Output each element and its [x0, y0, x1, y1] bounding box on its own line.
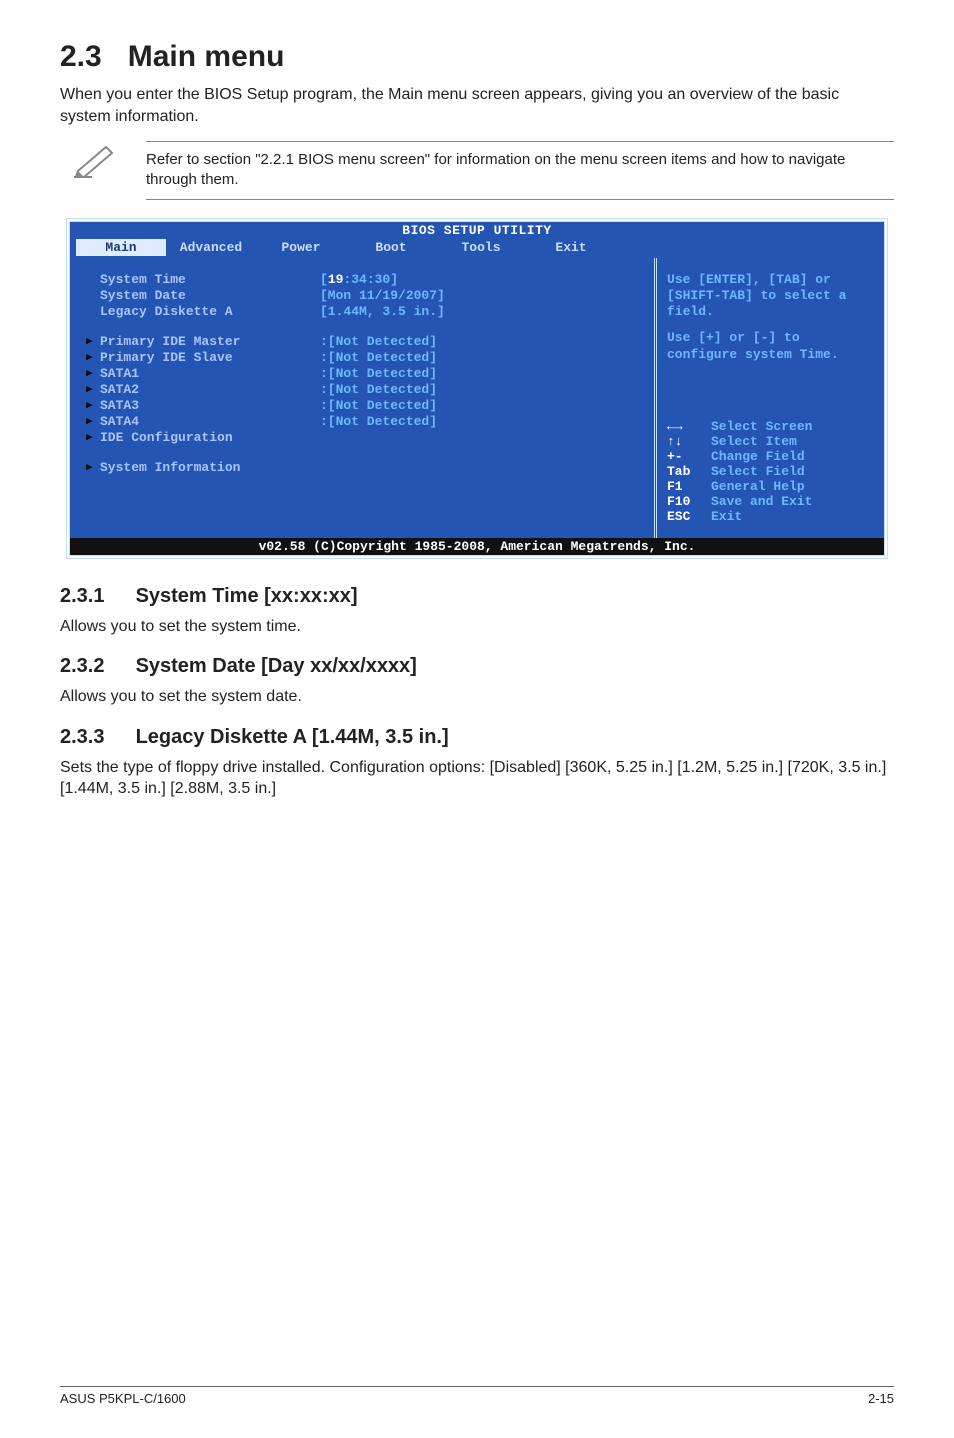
- submenu-arrow-icon: ▶: [86, 430, 100, 444]
- key-glyph: F10: [667, 494, 703, 509]
- bios-field-value: :[Not Detected]: [320, 334, 437, 349]
- bios-help-pane: Use [ENTER], [TAB] or [SHIFT-TAB] to sel…: [654, 258, 884, 538]
- pencil-note-icon: [72, 141, 120, 184]
- bios-tab-tools[interactable]: Tools: [436, 239, 526, 256]
- footer-product: ASUS P5KPL-C/1600: [60, 1391, 186, 1406]
- bios-field-value: :[Not Detected]: [320, 414, 437, 429]
- bios-field-label: SATA1: [100, 366, 320, 381]
- submenu-arrow-icon: ▶: [86, 334, 100, 348]
- bios-field-label: SATA2: [100, 382, 320, 397]
- page-title: 2.3 Main menu: [60, 40, 894, 74]
- key-glyph: F1: [667, 479, 703, 494]
- bios-tab-bar: Main Advanced Power Boot Tools Exit: [70, 239, 884, 258]
- key-glyph: ←→: [667, 419, 703, 434]
- bios-field-label: Primary IDE Master: [100, 334, 320, 349]
- subsection-number: 2.3.2: [60, 655, 130, 678]
- bios-title: BIOS SETUP UTILITY: [70, 222, 884, 239]
- bios-row-sata4[interactable]: ▶ SATA4 :[Not Detected]: [86, 414, 644, 429]
- subsection-title: System Date [Day xx/xx/xxxx]: [136, 655, 417, 677]
- bios-field-value: [1.44M, 3.5 in.]: [320, 304, 445, 319]
- bios-key-legend: ←→ Select Screen ↑↓ Select Item +- Change F…: [667, 419, 874, 524]
- bios-value-rest: :34:30]: [343, 272, 398, 287]
- bios-row-sata2[interactable]: ▶ SATA2 :[Not Detected]: [86, 382, 644, 397]
- subsection-heading: 2.3.3 Legacy Diskette A [1.44M, 3.5 in.]: [60, 726, 894, 749]
- bios-field-value: :[Not Detected]: [320, 382, 437, 397]
- key-desc: General Help: [711, 479, 805, 494]
- bios-screen: BIOS SETUP UTILITY Main Advanced Power B…: [66, 218, 888, 559]
- key-desc: Select Field: [711, 464, 805, 479]
- bios-field-label: IDE Configuration: [100, 430, 320, 445]
- key-glyph: ESC: [667, 509, 703, 524]
- bios-tab-advanced[interactable]: Advanced: [166, 239, 256, 256]
- bios-help-text-1: Use [ENTER], [TAB] or [SHIFT-TAB] to sel…: [667, 272, 874, 321]
- submenu-arrow-icon: ▶: [86, 350, 100, 364]
- bios-help-text-2: Use [+] or [-] to configure system Time.: [667, 330, 874, 363]
- subsection-heading: 2.3.2 System Date [Day xx/xx/xxxx]: [60, 655, 894, 678]
- key-glyph: ↑↓: [667, 434, 703, 449]
- bios-row-legacy-diskette[interactable]: Legacy Diskette A [1.44M, 3.5 in.]: [86, 304, 644, 319]
- section-title-text: Main menu: [128, 40, 285, 73]
- bios-row-system-info[interactable]: ▶ System Information: [86, 460, 644, 475]
- bios-field-label: System Information: [100, 460, 320, 475]
- footer-page-number: 2-15: [868, 1391, 894, 1406]
- bios-copyright: v02.58 (C)Copyright 1985-2008, American …: [70, 538, 884, 555]
- bios-field-label: SATA4: [100, 414, 320, 429]
- bios-row-sata1[interactable]: ▶ SATA1 :[Not Detected]: [86, 366, 644, 381]
- intro-paragraph: When you enter the BIOS Setup program, t…: [60, 84, 894, 127]
- section-number: 2.3: [60, 40, 102, 73]
- bios-row-primary-ide-master[interactable]: ▶ Primary IDE Master :[Not Detected]: [86, 334, 644, 349]
- page-footer: ASUS P5KPL-C/1600 2-15: [60, 1386, 894, 1406]
- bios-field-value: [Mon 11/19/2007]: [320, 288, 445, 303]
- bios-value-hour: 19: [328, 272, 344, 287]
- key-desc: Save and Exit: [711, 494, 812, 509]
- bios-field-label: System Date: [100, 288, 320, 303]
- submenu-arrow-icon: ▶: [86, 460, 100, 474]
- bios-tab-boot[interactable]: Boot: [346, 239, 436, 256]
- subsection-body: Allows you to set the system date.: [60, 686, 894, 708]
- subsection-number: 2.3.3: [60, 726, 130, 749]
- key-desc: Select Screen: [711, 419, 812, 434]
- note-text: Refer to section "2.2.1 BIOS menu screen…: [146, 141, 894, 200]
- key-desc: Change Field: [711, 449, 805, 464]
- bios-field-label: Primary IDE Slave: [100, 350, 320, 365]
- bios-tab-main[interactable]: Main: [76, 239, 166, 256]
- bios-field-label: System Time: [100, 272, 320, 287]
- bios-tab-exit[interactable]: Exit: [526, 239, 616, 256]
- subsection-body: Allows you to set the system time.: [60, 616, 894, 638]
- subsection-title: Legacy Diskette A [1.44M, 3.5 in.]: [136, 726, 449, 748]
- key-glyph: Tab: [667, 464, 703, 479]
- bios-row-sata3[interactable]: ▶ SATA3 :[Not Detected]: [86, 398, 644, 413]
- bios-field-value: :[Not Detected]: [320, 398, 437, 413]
- note-block: Refer to section "2.2.1 BIOS menu screen…: [72, 141, 894, 200]
- bios-field-value: :[Not Detected]: [320, 350, 437, 365]
- key-desc: Exit: [711, 509, 742, 524]
- bios-row-ide-config[interactable]: ▶ IDE Configuration: [86, 430, 644, 445]
- bios-left-pane: System Time [19:34:30] System Date [Mon …: [70, 258, 654, 538]
- bios-row-system-date[interactable]: System Date [Mon 11/19/2007]: [86, 288, 644, 303]
- bios-field-label: Legacy Diskette A: [100, 304, 320, 319]
- subsection-body: Sets the type of floppy drive installed.…: [60, 757, 894, 800]
- bios-field-value: :[Not Detected]: [320, 366, 437, 381]
- subsection-title: System Time [xx:xx:xx]: [136, 585, 358, 607]
- subsection-heading: 2.3.1 System Time [xx:xx:xx]: [60, 585, 894, 608]
- bios-field-label: SATA3: [100, 398, 320, 413]
- bios-tab-power[interactable]: Power: [256, 239, 346, 256]
- submenu-arrow-icon: ▶: [86, 366, 100, 380]
- key-desc: Select Item: [711, 434, 797, 449]
- subsection-number: 2.3.1: [60, 585, 130, 608]
- bios-value-bracket: [: [320, 272, 328, 287]
- bios-row-primary-ide-slave[interactable]: ▶ Primary IDE Slave :[Not Detected]: [86, 350, 644, 365]
- key-glyph: +-: [667, 449, 703, 464]
- submenu-arrow-icon: ▶: [86, 398, 100, 412]
- submenu-arrow-icon: ▶: [86, 382, 100, 396]
- submenu-arrow-icon: ▶: [86, 414, 100, 428]
- bios-row-system-time[interactable]: System Time [19:34:30]: [86, 272, 644, 287]
